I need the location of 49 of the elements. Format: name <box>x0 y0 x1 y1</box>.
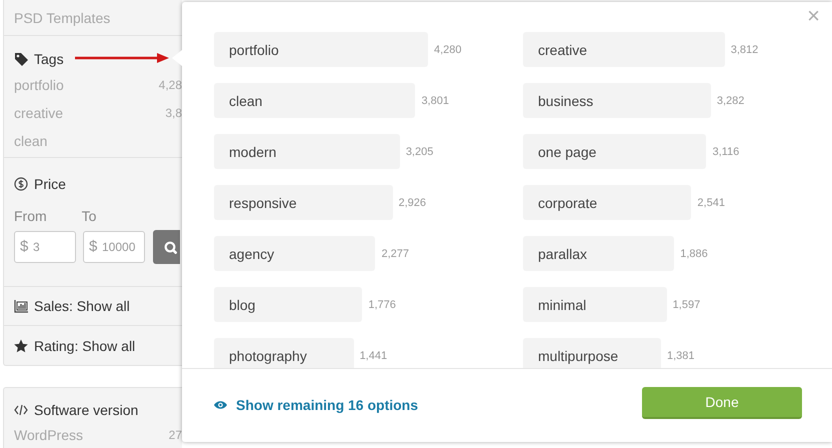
star-icon <box>14 338 28 352</box>
search-button[interactable] <box>153 230 180 264</box>
tag-option[interactable]: creative <box>523 32 725 67</box>
rating-filter[interactable]: Rating: Show all <box>34 338 136 354</box>
dollar-icon <box>14 177 28 191</box>
tag-count: 4,280 <box>434 44 462 56</box>
tag-count: 2,541 <box>697 196 725 208</box>
tag-count: 3,116 <box>712 146 740 158</box>
section-title: Tags <box>34 51 64 67</box>
section-title: Software version <box>34 402 138 418</box>
tag-option[interactable]: one page <box>523 134 706 169</box>
tag-count: 1,776 <box>368 298 396 310</box>
tag-option[interactable]: responsive <box>214 185 392 220</box>
tag-option[interactable]: minimal <box>523 287 667 322</box>
tag-count: 3,282 <box>716 94 744 106</box>
eye-icon <box>213 398 228 410</box>
tag-count: 1,886 <box>680 248 708 260</box>
tag-option[interactable]: multipurpose <box>523 338 661 368</box>
tag-count: 3,801 <box>421 94 449 106</box>
section-title: Price <box>34 176 66 192</box>
field-label: From <box>14 208 47 224</box>
tag-count: 1,381 <box>667 350 695 362</box>
sales-filter[interactable]: Sales: Show all <box>34 298 130 314</box>
tag-option[interactable]: portfolio <box>214 32 428 67</box>
code-icon <box>14 403 28 417</box>
currency-sign: $ <box>89 238 98 255</box>
tag-option[interactable]: agency <box>214 236 376 271</box>
tag-count: 4,28 <box>158 78 182 92</box>
tag-option[interactable]: blog <box>214 287 362 322</box>
tag-count: 1,441 <box>360 350 388 362</box>
chart-icon <box>14 299 28 313</box>
show-more-link[interactable]: Show remaining 16 options <box>213 396 418 412</box>
version-count: 27 <box>168 428 182 442</box>
tag-option[interactable]: parallax <box>523 236 674 271</box>
tag-count: 3,205 <box>406 146 434 158</box>
search-icon <box>164 240 177 254</box>
tag-option[interactable]: corporate <box>523 185 692 220</box>
tag-option[interactable]: clean <box>214 83 416 118</box>
tag-count: 3,8 <box>165 106 182 120</box>
tag-count: 1,597 <box>672 298 700 310</box>
field-label: To <box>82 208 96 224</box>
tag-icon <box>14 52 28 66</box>
tag-option[interactable]: photography <box>214 338 354 368</box>
tag-option[interactable]: business <box>523 83 711 118</box>
tag-count: 3,812 <box>730 44 758 56</box>
tag-count: 2,277 <box>381 248 410 260</box>
currency-sign: $ <box>20 238 28 255</box>
tag-option[interactable]: modern <box>214 134 400 169</box>
tag-count: 2,926 <box>398 196 426 208</box>
